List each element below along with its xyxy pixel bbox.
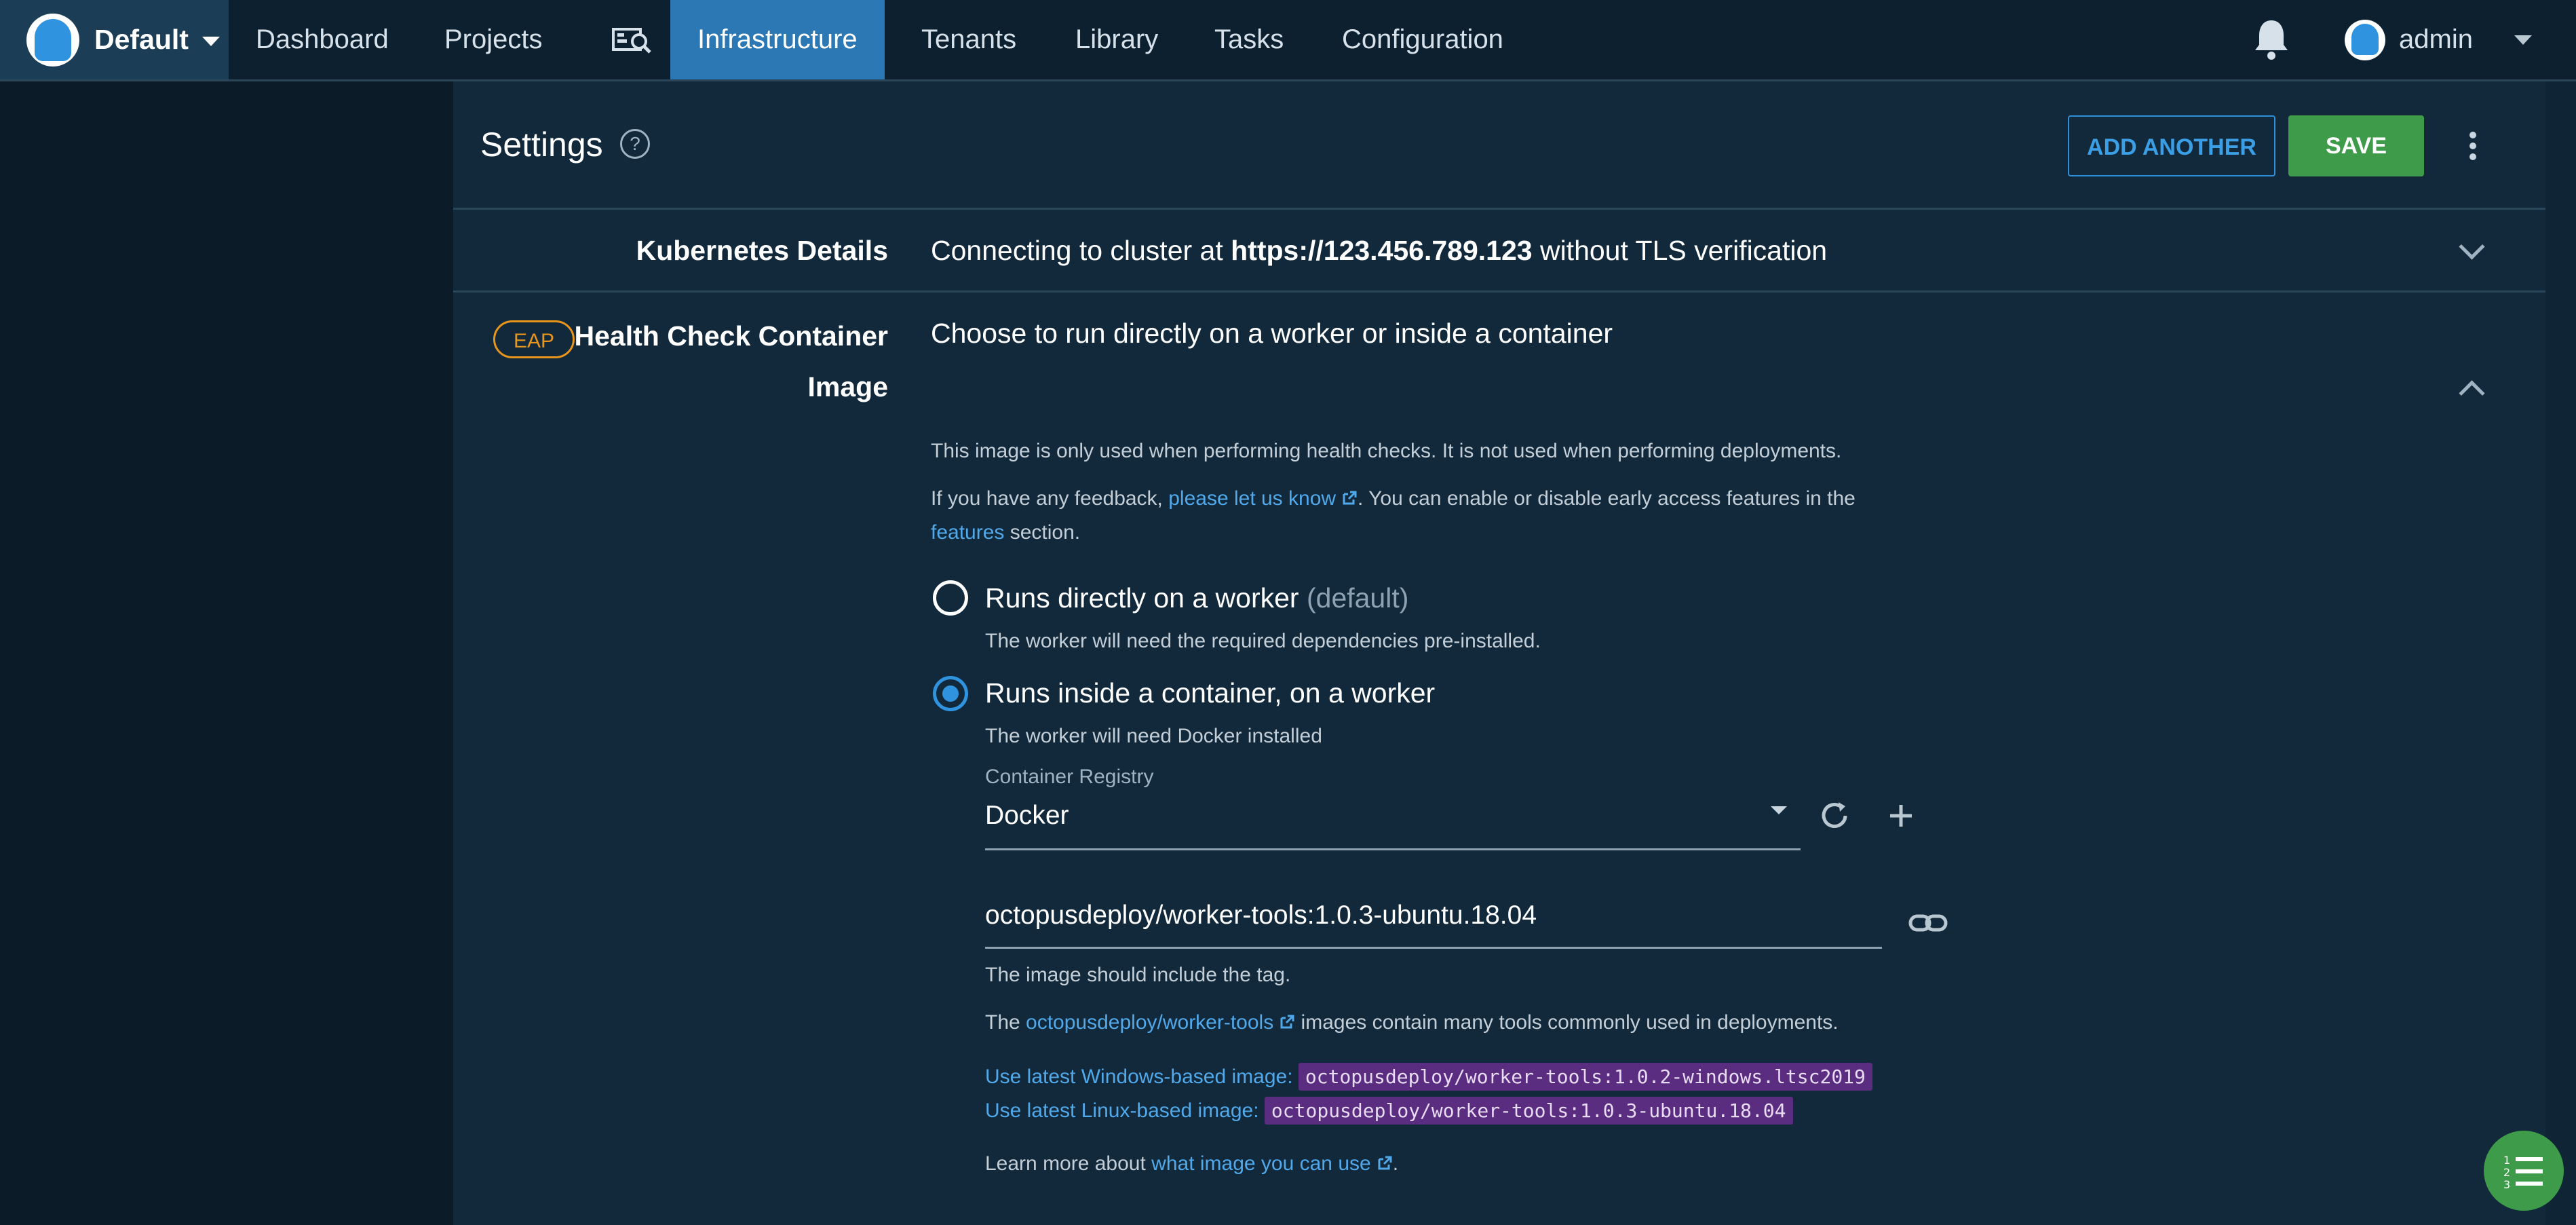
tools-prefix: The [985,1011,1026,1034]
external-link-icon [1378,1156,1392,1170]
add-another-button[interactable]: ADD ANOTHER [2068,115,2275,176]
image-help: The image should include the tag. [985,964,1291,986]
tools-text: The octopusdeploy/worker-tools images co… [985,1011,1839,1034]
nav-projects[interactable]: Projects [417,0,570,79]
nav-tasks[interactable]: Tasks [1187,0,1311,79]
avatar [2345,19,2385,60]
summary-suffix: without TLS verification [1532,235,1828,266]
windows-image-code: octopusdeploy/worker-tools:1.0.2-windows… [1298,1063,1872,1091]
learn-prefix: Learn more about [985,1152,1152,1175]
option-container-help: The worker will need Docker installed [985,725,1322,747]
help-circle-icon[interactable]: ? [620,129,650,159]
nav-configuration[interactable]: Configuration [1315,0,1531,79]
space-name: Default [94,24,189,55]
linux-image-row: Use latest Linux-based image: octopusdep… [985,1097,1793,1125]
features-suffix: section. [1004,521,1081,544]
features-link[interactable]: features [931,521,1004,544]
container-registry-select[interactable]: Docker [985,801,1069,831]
right-gutter [2545,81,2576,1225]
divider [453,290,2545,293]
health-check-info: This image is only used when performing … [931,440,1842,462]
feedback-text: If you have any feedback, please let us … [931,487,1856,510]
learn-suffix: . [1392,1152,1399,1175]
radio-runs-in-container[interactable] [933,676,968,711]
linux-image-link[interactable]: Use latest Linux-based image: [985,1099,1259,1122]
refresh-icon[interactable] [1815,797,1853,835]
divider [453,208,2545,210]
radio-runs-directly-label[interactable]: Runs directly on a worker (default) [985,582,1408,614]
select-underline [985,848,1801,850]
eap-badge: EAP [493,320,575,358]
caret-down-icon[interactable] [1771,806,1787,814]
svg-text:1: 1 [2503,1154,2510,1167]
plus-icon[interactable] [1882,797,1920,835]
worker-tools-link[interactable]: octopusdeploy/worker-tools [1026,1011,1273,1034]
radio-runs-directly[interactable] [933,580,968,616]
kubernetes-details-summary[interactable]: Connecting to cluster at https://123.456… [931,235,1827,267]
external-link-icon [1280,1015,1294,1029]
learn-more-link[interactable]: what image you can use [1151,1152,1371,1175]
option-direct-help: The worker will need the required depend… [985,630,1541,652]
option-default-tag: (default) [1306,582,1409,614]
more-vertical-icon[interactable] [2469,132,2478,162]
svg-text:2: 2 [2503,1166,2510,1179]
radio-runs-in-container-label[interactable]: Runs inside a container, on a worker [985,677,1435,709]
feedback-prefix: If you have any feedback, [931,487,1169,510]
cluster-url: https://123.456.789.123 [1231,235,1533,266]
container-image-input[interactable]: octopusdeploy/worker-tools:1.0.3-ubuntu.… [985,901,1537,930]
linux-image-code: octopusdeploy/worker-tools:1.0.3-ubuntu.… [1264,1097,1793,1125]
space-switcher[interactable]: Default [0,0,229,79]
health-check-label-line1: Health Check Container [574,320,889,352]
external-link-icon [1343,491,1357,505]
save-button[interactable]: SAVE [2288,115,2424,176]
top-navigation-bar: Default Dashboard Projects Infrastructur… [0,0,2576,81]
feedback-suffix: . You can enable or disable early access… [1358,487,1856,510]
windows-image-link[interactable]: Use latest Windows-based image: [985,1066,1293,1088]
features-text: features section. [931,521,1080,544]
nav-tenants[interactable]: Tenants [894,0,1043,79]
nav-infrastructure[interactable]: Infrastructure [670,0,885,79]
bell-icon[interactable] [2252,18,2290,61]
user-menu[interactable]: admin [2345,0,2473,79]
health-check-summary[interactable]: Choose to run directly on a worker or in… [931,318,1613,350]
learn-more-text: Learn more about what image you can use. [985,1152,1398,1175]
option-direct-text: Runs directly on a worker [985,582,1299,614]
svg-text:3: 3 [2503,1178,2510,1190]
input-underline [985,947,1882,949]
windows-image-row: Use latest Windows-based image: octopusd… [985,1063,1872,1091]
project-search-icon[interactable] [592,0,673,79]
left-gutter [0,81,453,1225]
container-registry-label: Container Registry [985,766,1154,788]
tools-suffix: images contain many tools commonly used … [1295,1011,1839,1034]
summary-prefix: Connecting to cluster at [931,235,1231,266]
caret-down-icon [201,36,220,46]
nav-library[interactable]: Library [1048,0,1185,79]
health-check-label-line2: Image [807,371,889,402]
kubernetes-details-label: Kubernetes Details [636,235,888,266]
octopus-logo-icon [26,13,79,67]
user-name: admin [2399,24,2473,54]
page-title: Settings [480,126,603,164]
task-list-icon: 1 2 3 [2503,1154,2543,1190]
feedback-link[interactable]: please let us know [1168,487,1336,510]
task-list-button[interactable]: 1 2 3 [2484,1131,2564,1211]
nav-dashboard[interactable]: Dashboard [229,0,416,79]
link-icon[interactable] [1908,907,1948,939]
caret-down-icon[interactable] [2514,35,2532,45]
